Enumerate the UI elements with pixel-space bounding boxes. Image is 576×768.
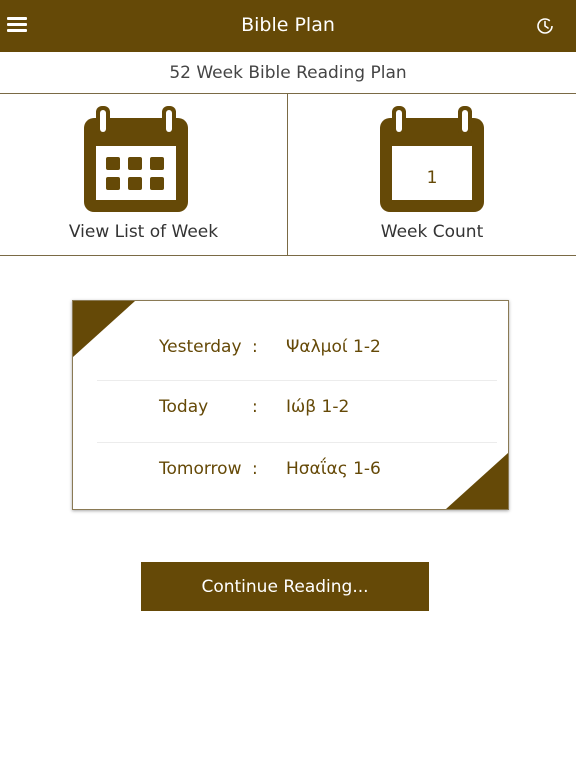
reading-row-yesterday[interactable]: Yesterday : Ψαλμοί 1-2 [97, 317, 497, 377]
reading-passage: Ψαλμοί 1-2 [286, 337, 381, 357]
week-count-value: 1 [426, 168, 438, 188]
plan-title: 52 Week Bible Reading Plan [0, 52, 576, 94]
app-title: Bible Plan [241, 14, 335, 36]
tile-row: View List of Week 1 Week Count [0, 94, 576, 256]
reading-passage: Ιώβ 1-2 [286, 397, 350, 417]
reading-passage: Ησαΐας 1-6 [286, 459, 381, 479]
calendar-number-icon [380, 106, 484, 212]
readings-card: Yesterday : Ψαλμοί 1-2 Today : Ιώβ 1-2 T… [72, 300, 509, 510]
reading-day-label: Today [159, 397, 209, 417]
reading-separator: : [252, 337, 258, 357]
view-week-list-tile[interactable]: View List of Week [0, 94, 288, 255]
week-count-tile[interactable]: 1 Week Count [288, 94, 576, 255]
reading-separator: : [252, 459, 258, 479]
continue-reading-button[interactable]: Continue Reading... [141, 562, 429, 611]
reading-separator: : [252, 397, 258, 417]
calendar-grid-icon [84, 106, 188, 212]
app-header: Bible Plan [0, 0, 576, 52]
reading-day-label: Yesterday [159, 337, 242, 357]
clock-history-icon[interactable] [536, 17, 554, 35]
view-week-list-label: View List of Week [68, 222, 219, 242]
reading-day-label: Tomorrow [159, 459, 242, 479]
reading-row-tomorrow[interactable]: Tomorrow : Ησαΐας 1-6 [97, 439, 497, 499]
reading-row-today[interactable]: Today : Ιώβ 1-2 [97, 377, 497, 437]
week-count-label: Week Count [380, 222, 484, 242]
